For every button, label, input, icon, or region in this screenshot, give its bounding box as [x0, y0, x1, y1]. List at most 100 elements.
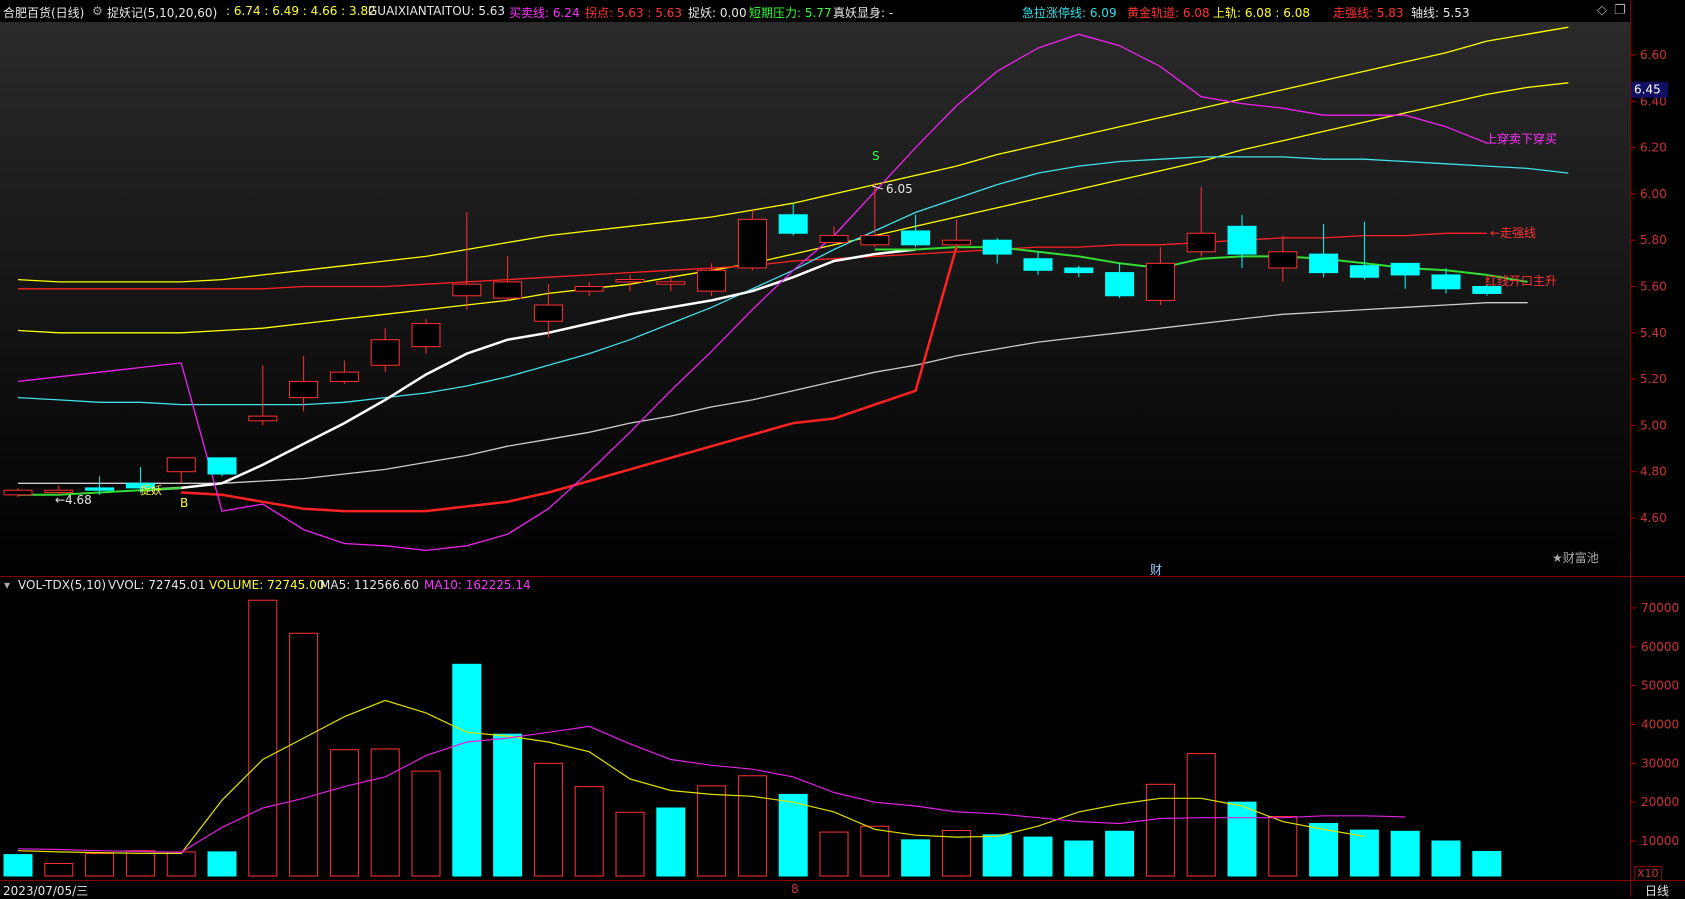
- candle-body[interactable]: [615, 279, 645, 283]
- volume-bar[interactable]: [982, 834, 1012, 877]
- candle-body[interactable]: [656, 281, 686, 285]
- candle-body[interactable]: [329, 371, 359, 382]
- candle-body[interactable]: [370, 339, 400, 366]
- price-tick-label: 5.80: [1640, 233, 1667, 247]
- volume-tick-label: 50000: [1641, 679, 1679, 693]
- candle-body[interactable]: [1145, 262, 1175, 301]
- candle-body[interactable]: [819, 235, 849, 244]
- volume-bar[interactable]: [819, 831, 849, 877]
- volume-bar[interactable]: [1390, 830, 1420, 877]
- volume-tick-label: 40000: [1641, 718, 1679, 732]
- candle-body[interactable]: [574, 286, 604, 292]
- period-label[interactable]: 日线: [1645, 882, 1669, 899]
- volume-ma10-line: [17, 725, 1406, 853]
- volume-bar[interactable]: [452, 663, 482, 877]
- volume-tick-label: 70000: [1641, 601, 1679, 615]
- volume-bar[interactable]: [329, 749, 359, 877]
- vol-name[interactable]: VOL-TDX(5,10): [18, 578, 106, 592]
- marker-s: S: [872, 149, 880, 163]
- volume-bar[interactable]: [248, 599, 278, 877]
- ma10-value: MA10: 162225.14: [424, 578, 531, 592]
- volume-bar[interactable]: [166, 851, 196, 877]
- candle-body[interactable]: [860, 235, 890, 246]
- volume-bar[interactable]: [1268, 816, 1298, 877]
- volume-bar[interactable]: [411, 770, 441, 877]
- volume-bar[interactable]: [656, 807, 686, 877]
- volume-bar[interactable]: [125, 850, 155, 877]
- volume-bar[interactable]: [1064, 840, 1094, 877]
- price-tick-label: 5.40: [1640, 326, 1667, 340]
- volume-bar[interactable]: [1105, 830, 1135, 877]
- price-tick-label: 4.80: [1640, 465, 1667, 479]
- candle-body[interactable]: [901, 230, 931, 246]
- volume-tick-label: 20000: [1641, 795, 1679, 809]
- price-tick-label: 6.20: [1640, 141, 1667, 155]
- candle-body[interactable]: [452, 283, 482, 297]
- volume-bar[interactable]: [207, 851, 237, 877]
- candle-body[interactable]: [1268, 251, 1298, 269]
- collapse-icon[interactable]: ▾: [4, 578, 10, 592]
- volume-bar[interactable]: [778, 793, 808, 877]
- volume-value: VOLUME: 72745.00: [209, 578, 325, 592]
- candle-body[interactable]: [1227, 225, 1257, 255]
- annotation-shangchuan: 上穿卖下穿买: [1485, 131, 1557, 146]
- candle-body[interactable]: [1390, 262, 1420, 276]
- candle-body[interactable]: [207, 457, 237, 475]
- volume-bar[interactable]: [1472, 850, 1502, 877]
- marker-b: B: [180, 496, 188, 510]
- month-marker: 8: [791, 882, 799, 896]
- date-label: 2023/07/05/三: [3, 884, 89, 898]
- annotation-zhuoyao: 捉妖: [140, 483, 162, 497]
- candle-body[interactable]: [1105, 272, 1135, 297]
- candle-body[interactable]: [941, 239, 971, 246]
- candle-body[interactable]: [1431, 274, 1461, 290]
- volume-bar[interactable]: [901, 839, 931, 877]
- volume-bar[interactable]: [1349, 829, 1379, 877]
- candle-body[interactable]: [737, 218, 767, 269]
- candle-body[interactable]: [289, 380, 319, 399]
- volume-bar[interactable]: [1186, 753, 1216, 877]
- candle-body[interactable]: [493, 281, 523, 299]
- price-volume-chart[interactable]: 6.606.406.206.005.805.605.405.205.004.80…: [0, 0, 1685, 897]
- candle-body[interactable]: [166, 457, 196, 473]
- chart-window: 合肥百货(日线) ⚙ 捉妖记(5,10,20,60) : 6.74 : 6.49…: [0, 0, 1685, 899]
- volume-bar[interactable]: [1431, 840, 1461, 877]
- candle-body[interactable]: [1349, 265, 1379, 278]
- candle-body[interactable]: [248, 415, 278, 422]
- price-tick-label: 6.60: [1640, 48, 1667, 62]
- volume-bar[interactable]: [533, 762, 563, 877]
- candle-body[interactable]: [3, 489, 33, 496]
- volume-bar[interactable]: [289, 632, 319, 877]
- candle-body[interactable]: [411, 323, 441, 348]
- volume-bar[interactable]: [1227, 801, 1257, 877]
- ma5-value: MA5: 112566.60: [320, 578, 419, 592]
- candle-body[interactable]: [1023, 258, 1053, 271]
- volume-bar[interactable]: [493, 733, 523, 877]
- volume-bar[interactable]: [370, 748, 400, 877]
- volume-bar[interactable]: [737, 775, 767, 877]
- current-price-label: 6.45: [1634, 83, 1661, 97]
- annotation-zouqiang: ←走强线: [1490, 226, 1536, 240]
- volume-bar[interactable]: [44, 863, 74, 877]
- volume-header: ▾ VOL-TDX(5,10) VVOL: 72745.01 VOLUME: 7…: [0, 578, 1630, 594]
- volume-bar[interactable]: [85, 852, 115, 877]
- price-tick-label: 4.60: [1640, 511, 1667, 525]
- annotation-cai: 财: [1150, 563, 1162, 577]
- candle-body[interactable]: [1186, 232, 1216, 253]
- volume-bar[interactable]: [615, 811, 645, 877]
- candle-body[interactable]: [982, 239, 1012, 255]
- candle-body[interactable]: [697, 269, 727, 292]
- candle-body[interactable]: [85, 487, 115, 491]
- volume-bar[interactable]: [574, 786, 604, 877]
- candle-body[interactable]: [778, 214, 808, 234]
- candle-body[interactable]: [1064, 267, 1094, 274]
- volume-bar[interactable]: [1023, 836, 1053, 877]
- volume-bar[interactable]: [3, 854, 33, 877]
- candle-body[interactable]: [1309, 253, 1339, 274]
- price-tick-label: 5.20: [1640, 372, 1667, 386]
- volume-bar[interactable]: [860, 825, 890, 877]
- volume-unit: X10: [1634, 866, 1662, 881]
- volume-bar[interactable]: [697, 785, 727, 877]
- candle-body[interactable]: [533, 304, 563, 322]
- price-tick-label: 5.00: [1640, 418, 1667, 432]
